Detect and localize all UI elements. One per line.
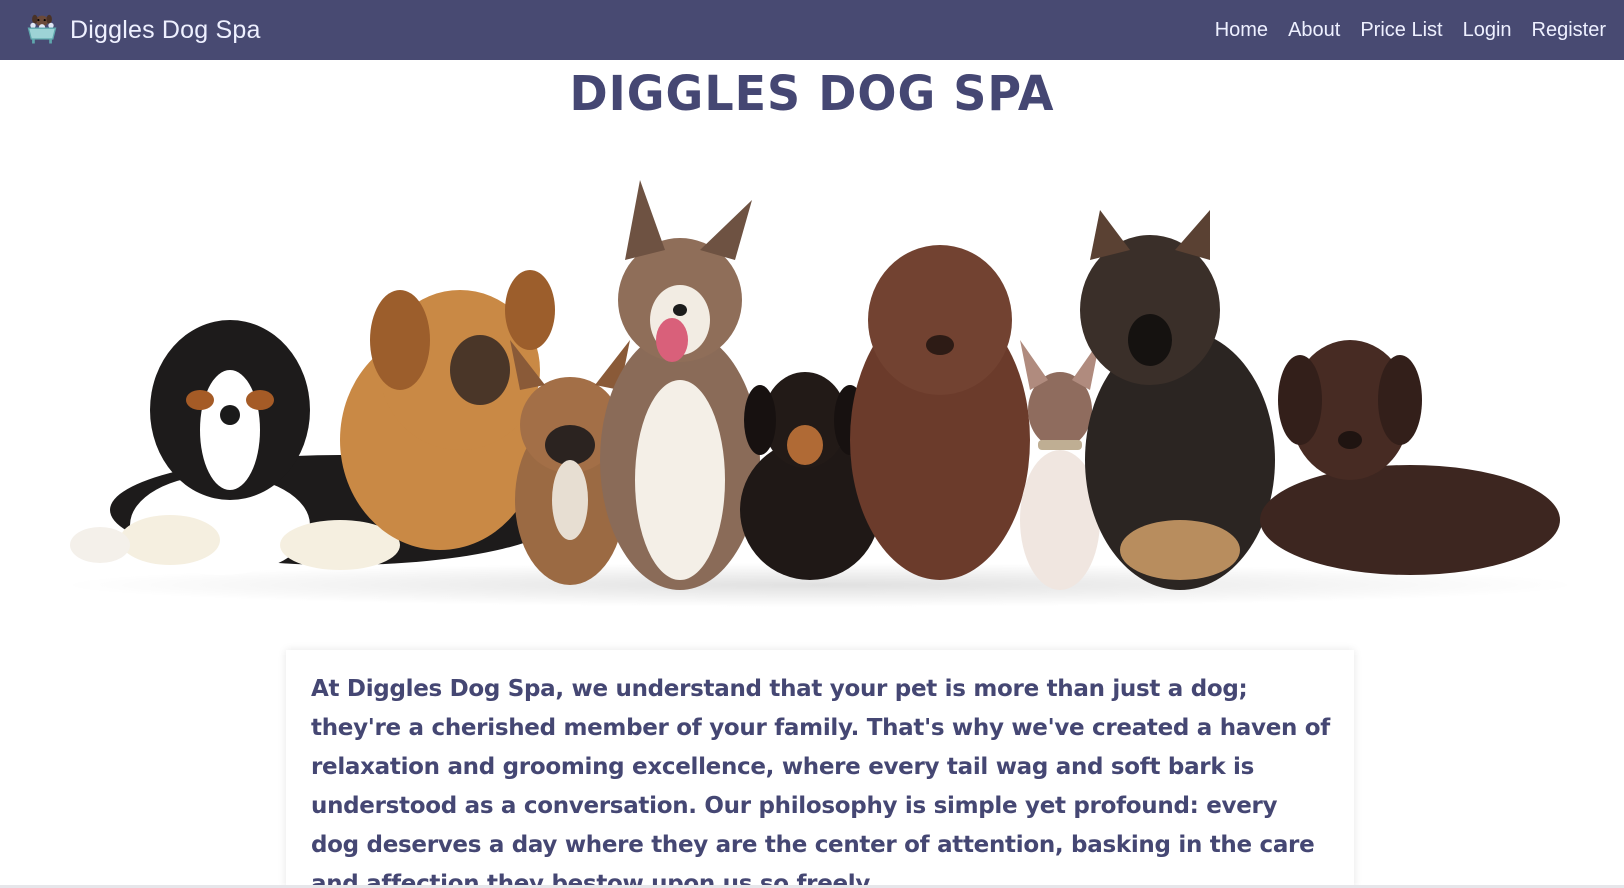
brand-link[interactable]: Diggles Dog Spa: [24, 12, 261, 48]
navbar: Diggles Dog Spa Home About Price List Lo…: [0, 0, 1624, 60]
nav-price-list[interactable]: Price List: [1360, 19, 1442, 42]
intro-paragraph: At Diggles Dog Spa, we understand that y…: [311, 676, 1331, 888]
german-shepherd-puppy-figure: [1080, 210, 1275, 590]
nav-home[interactable]: Home: [1215, 19, 1268, 42]
hero-dogs-image: [60, 180, 1580, 607]
nav-login[interactable]: Login: [1463, 19, 1512, 42]
brand-name: Diggles Dog Spa: [70, 15, 261, 44]
nav-about[interactable]: About: [1288, 19, 1340, 42]
intro-card: At Diggles Dog Spa, we understand that y…: [286, 650, 1354, 888]
dog-bath-icon: [27, 14, 57, 44]
chocolate-lab-puppy-figure: [1260, 340, 1560, 575]
page-title: DIGGLES DOG SPA: [569, 64, 1055, 122]
nav-register[interactable]: Register: [1532, 19, 1606, 42]
labradoodle-puppy-figure: [850, 245, 1030, 580]
husky-puppy-figure: [600, 180, 760, 590]
nav-links: Home About Price List Login Register: [1215, 19, 1606, 42]
